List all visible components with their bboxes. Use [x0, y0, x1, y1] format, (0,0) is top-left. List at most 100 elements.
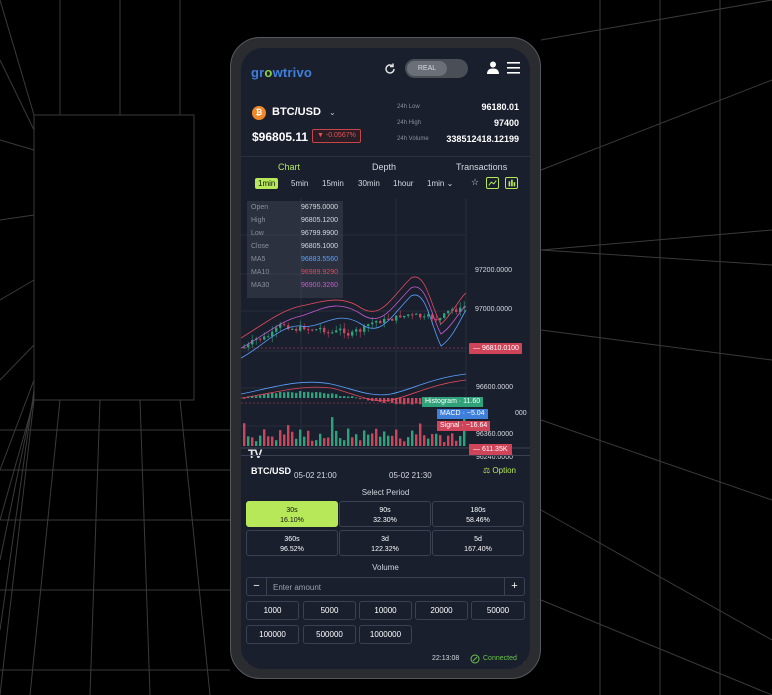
candle-body: [419, 313, 422, 318]
account-mode-toggle[interactable]: REAL: [405, 59, 468, 78]
macd-value: −5.04: [466, 410, 485, 417]
quick-amount-10000[interactable]: 10000: [359, 601, 412, 620]
macd-bar: [315, 392, 318, 398]
volume-bar: [307, 430, 310, 446]
quick-amount-20000[interactable]: 20000: [415, 601, 468, 620]
pair-selector[interactable]: BTC/USD: [272, 106, 321, 118]
volume-bar: [287, 425, 290, 446]
user-icon[interactable]: [487, 61, 499, 74]
ohlc-value: 96799.9900: [301, 230, 338, 237]
macd-bar: [319, 392, 322, 398]
volume-bar: [315, 440, 318, 446]
tab-chart[interactable]: Chart: [278, 162, 300, 172]
volume-bar: [443, 441, 446, 446]
ohlc-row-low: Low 96799.9900: [251, 230, 338, 237]
period-30s[interactable]: 30s 16.10%: [246, 501, 338, 527]
candle-body: [295, 328, 298, 331]
candle-body: [367, 324, 370, 327]
period-360s[interactable]: 360s 96.52%: [246, 530, 338, 556]
macd-bar: [271, 392, 274, 398]
quick-amount-1000000[interactable]: 1000000: [359, 625, 412, 644]
macd-bar: [275, 393, 278, 398]
ohlc-row-ma30: MA30 96900.3260: [251, 282, 338, 289]
volume-bar: [291, 431, 294, 446]
volume-bar: [347, 428, 350, 446]
app-logo[interactable]: growtrivo: [251, 65, 312, 80]
period-90s[interactable]: 90s 32.30%: [339, 501, 431, 527]
period-180s[interactable]: 180s 58.46%: [432, 501, 524, 527]
star-icon[interactable]: ☆: [471, 177, 479, 188]
period-3d[interactable]: 3d 122.32%: [339, 530, 431, 556]
volume-bar: [391, 435, 394, 446]
timeframe-30min[interactable]: 30min: [358, 178, 380, 189]
macd-bar: [347, 396, 350, 398]
macd-bar: [411, 398, 414, 405]
timeframe-5min[interactable]: 5min: [291, 178, 308, 189]
volume-bar: [419, 423, 422, 446]
quick-amount-50000[interactable]: 50000: [471, 601, 525, 620]
macd-bar: [415, 398, 418, 404]
quick-amount-1000[interactable]: 1000: [246, 601, 299, 620]
decrease-amount-button[interactable]: −: [247, 578, 267, 595]
high-label: 24h High: [397, 120, 422, 126]
volume-bar: [335, 430, 338, 446]
candle-body: [291, 328, 294, 330]
volume-bar: [407, 437, 410, 446]
amount-input[interactable]: [273, 581, 498, 593]
candle-body: [435, 319, 438, 321]
chart-type-icon[interactable]: [505, 177, 518, 189]
option-label: Option: [492, 466, 516, 475]
candle-body: [323, 327, 326, 333]
volume-bar: [439, 435, 442, 446]
macd-bar: [339, 396, 342, 398]
volume-bar: [247, 436, 250, 446]
histogram-value: 11.60: [463, 398, 481, 405]
refresh-icon[interactable]: [383, 62, 397, 76]
candle-body: [319, 327, 322, 330]
candle-body: [447, 310, 450, 314]
macd-bar: [291, 392, 294, 398]
ohlc-label: Close: [251, 243, 269, 250]
period-time: 3d: [381, 536, 389, 543]
timeframe-15min[interactable]: 15min: [322, 178, 344, 189]
quick-amount-500000[interactable]: 500000: [303, 625, 356, 644]
quick-amount-100000[interactable]: 100000: [246, 625, 299, 644]
macd-bar: [379, 398, 382, 402]
volume-tick-1: 96360.0000: [476, 431, 513, 438]
chevron-down-icon[interactable]: ⌄: [329, 108, 336, 117]
tab-depth[interactable]: Depth: [372, 162, 396, 172]
macd-bar: [399, 398, 402, 404]
volume-bar: [267, 436, 270, 446]
low-value: 96180.01: [481, 102, 519, 112]
indicator-icon[interactable]: [486, 177, 499, 189]
volume-bar: [275, 440, 278, 446]
tab-transactions[interactable]: Transactions: [456, 162, 507, 172]
volume-bar: [455, 440, 458, 446]
timeframe-1hour[interactable]: 1hour: [393, 178, 413, 189]
volume-bar: [435, 433, 438, 446]
candle-body: [343, 328, 346, 334]
ohlc-value: 96795.0000: [301, 204, 338, 211]
ohlc-label: High: [251, 217, 266, 224]
volume-section-label: Volume: [372, 563, 399, 572]
quick-amount-5000[interactable]: 5000: [303, 601, 356, 620]
volume-bar: [299, 429, 302, 446]
candle-body: [327, 332, 330, 334]
volume-bar: [243, 423, 246, 446]
timeframe-1min[interactable]: 1min: [255, 178, 279, 189]
ohlc-row-close: Close 96805.1000: [251, 243, 338, 250]
ohlc-label: MA5: [251, 256, 266, 263]
hamburger-menu-icon[interactable]: [507, 62, 520, 74]
increase-amount-button[interactable]: +: [504, 578, 524, 595]
timeframe-more-select[interactable]: 1min ⌄: [427, 178, 453, 189]
period-5d[interactable]: 5d 167.40%: [432, 530, 524, 556]
ohlc-row-open: Open 96795.0000: [251, 204, 338, 211]
period-payout: 167.40%: [464, 546, 492, 553]
period-payout: 16.10%: [280, 517, 304, 524]
trade-header: BTC/USD ⚖ Option: [241, 455, 530, 483]
volume-bar: [363, 430, 366, 446]
option-button[interactable]: ⚖ Option: [483, 466, 516, 475]
ohlc-value: 96883.5560: [301, 256, 338, 263]
volume-bar: [263, 429, 266, 446]
ticker-header: ₿ BTC/USD ⌄ $96805.11 ▼ -0.0567% 24h Low…: [241, 96, 530, 156]
